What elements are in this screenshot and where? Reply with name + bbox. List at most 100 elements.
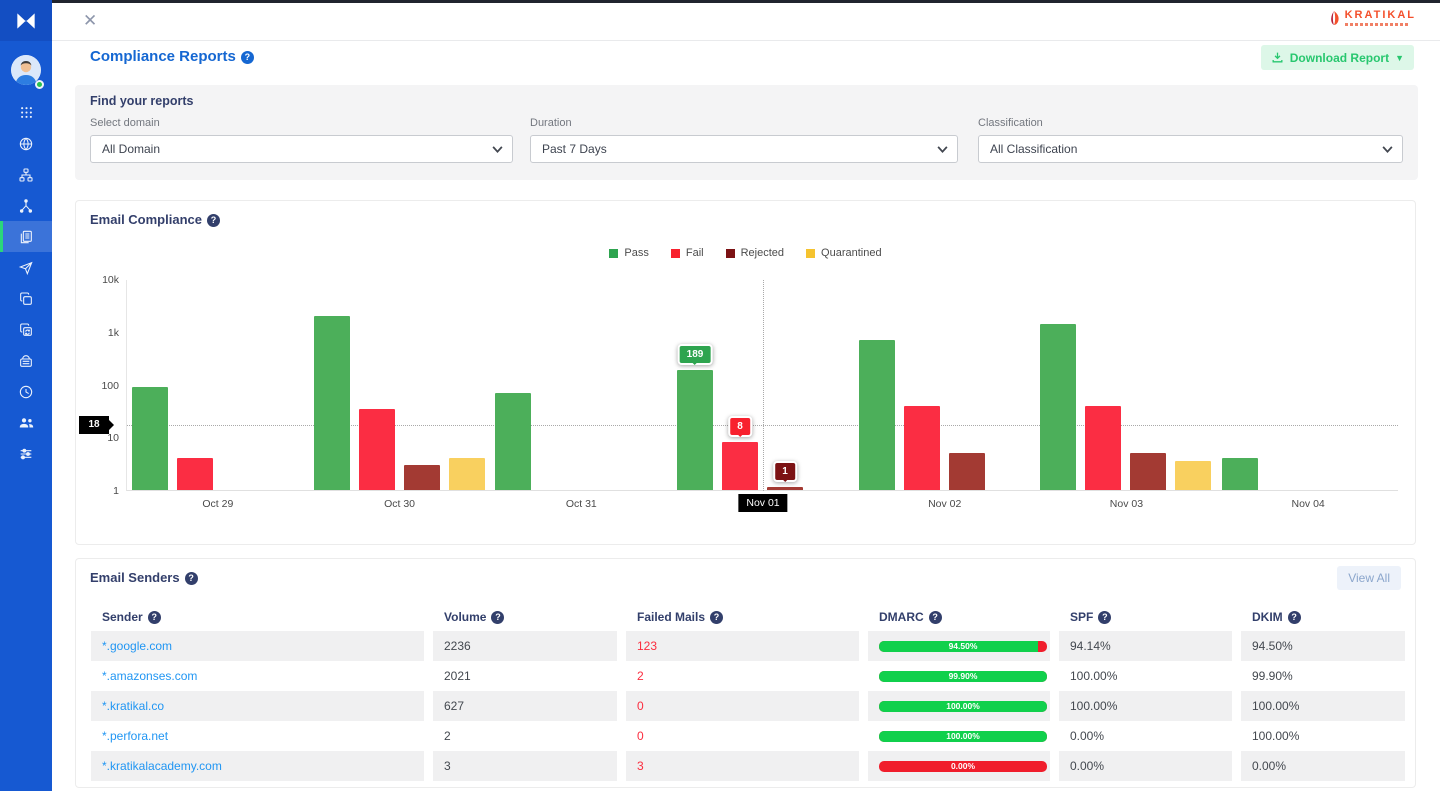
history-clock-icon <box>18 384 34 400</box>
close-icon[interactable]: ✕ <box>83 11 97 31</box>
main-content: Compliance Reports? Download Report ▼ Fi… <box>52 41 1440 791</box>
bar-rejected-nov01[interactable] <box>767 487 803 490</box>
user-avatar[interactable] <box>11 55 41 85</box>
email-senders-title: Email Senders? <box>90 570 198 585</box>
email-senders-card: Email Senders? View All Sender?Volume?Fa… <box>75 558 1416 788</box>
legend-item-quarantined[interactable]: Quarantined <box>806 247 882 259</box>
failed-mails-value: 123 <box>637 639 657 653</box>
table-row: *.amazonses.com2021299.90%100.00%99.90% <box>91 661 1405 691</box>
dmarc-progress-label: 100.00% <box>879 731 1047 742</box>
failed-mails-value: 2 <box>637 669 644 683</box>
page-title: Compliance Reports? <box>90 48 254 65</box>
sidebar-item-sync-copy[interactable] <box>0 314 52 345</box>
sitemap-icon <box>18 167 34 183</box>
sidebar-item-branch[interactable] <box>0 190 52 221</box>
flame-icon <box>1330 10 1342 26</box>
filters-panel: Find your reports Select domain All Doma… <box>75 85 1418 180</box>
sender-link[interactable]: *.perfora.net <box>102 729 168 743</box>
sender-cell: *.kratikalacademy.com <box>91 751 424 781</box>
bar-pass-nov03[interactable] <box>1040 324 1076 490</box>
dmarc-progress-bar: 100.00% <box>879 701 1047 712</box>
report-icon <box>18 229 34 245</box>
bar-quarantined-oct30[interactable] <box>449 458 485 490</box>
dkim-cell: 0.00% <box>1241 751 1405 781</box>
chevron-down-icon <box>937 146 948 153</box>
sender-link[interactable]: *.kratikal.co <box>102 699 164 713</box>
help-icon[interactable]: ? <box>148 611 161 624</box>
download-report-button[interactable]: Download Report ▼ <box>1261 45 1414 70</box>
sidebar-item-compliance-reports[interactable] <box>0 221 52 252</box>
bar-pass-oct29[interactable] <box>132 387 168 490</box>
bar-rejected-nov02[interactable] <box>949 453 985 490</box>
legend-label: Rejected <box>741 247 784 259</box>
bar-rejected-nov03[interactable] <box>1130 453 1166 490</box>
email-compliance-title: Email Compliance? <box>90 212 220 227</box>
sender-link[interactable]: *.google.com <box>102 639 172 653</box>
help-icon[interactable]: ? <box>929 611 942 624</box>
help-icon[interactable]: ? <box>1098 611 1111 624</box>
volume-cell: 2021 <box>433 661 617 691</box>
dmarc-cell: 100.00% <box>868 691 1050 721</box>
domain-select[interactable]: All Domain <box>90 135 513 163</box>
app-logo[interactable] <box>0 0 52 41</box>
dmarc-progress-bar: 100.00% <box>879 731 1047 742</box>
bar-pass-nov01[interactable] <box>677 370 713 490</box>
bar-pass-oct31[interactable] <box>495 393 531 490</box>
legend-item-fail[interactable]: Fail <box>671 247 704 259</box>
bar-pass-nov02[interactable] <box>859 340 895 490</box>
y-axis-tick: 10 <box>81 432 119 444</box>
column-header-dkim: DKIM? <box>1241 610 1405 624</box>
sidebar-item-apps[interactable] <box>0 97 52 128</box>
senders-table: Sender?Volume?Failed Mails?DMARC?SPF?DKI… <box>91 603 1405 781</box>
duration-select[interactable]: Past 7 Days <box>530 135 958 163</box>
compliance-bar-chart[interactable]: 10k1k100101Oct 29Oct 30Oct 31Nov 01Nov 0… <box>126 280 1398 491</box>
bar-fail-oct29[interactable] <box>177 458 213 490</box>
classification-select[interactable]: All Classification <box>978 135 1403 163</box>
sidebar-item-domains[interactable] <box>0 128 52 159</box>
bar-quarantined-nov03[interactable] <box>1175 461 1211 490</box>
dmarc-cell: 94.50% <box>868 631 1050 661</box>
sidebar-item-send[interactable] <box>0 252 52 283</box>
help-icon[interactable]: ? <box>710 611 723 624</box>
spf-cell: 100.00% <box>1059 691 1232 721</box>
sidebar-item-network[interactable] <box>0 159 52 190</box>
domain-filter-label: Select domain <box>90 117 513 129</box>
bar-pass-oct30[interactable] <box>314 316 350 490</box>
help-icon[interactable]: ? <box>185 572 198 585</box>
dmarc-cell: 0.00% <box>868 751 1050 781</box>
help-icon[interactable]: ? <box>207 214 220 227</box>
failed-mails-cell: 0 <box>626 721 859 751</box>
sidebar-item-settings[interactable] <box>0 438 52 469</box>
help-icon[interactable]: ? <box>241 51 254 64</box>
x-crosshair-tooltip: Nov 01 <box>738 494 787 512</box>
sender-link[interactable]: *.kratikalacademy.com <box>102 759 222 773</box>
failed-mails-cell: 3 <box>626 751 859 781</box>
bar-fail-oct30[interactable] <box>359 409 395 490</box>
sidebar-item-copy[interactable] <box>0 283 52 314</box>
help-icon[interactable]: ? <box>491 611 504 624</box>
legend-item-pass[interactable]: Pass <box>609 247 648 259</box>
legend-label: Pass <box>624 247 648 259</box>
dmarc-progress-label: 94.50% <box>879 641 1047 652</box>
help-icon[interactable]: ? <box>1288 611 1301 624</box>
bar-tooltip-rejected: 1 <box>773 461 797 482</box>
y-axis-tick: 1k <box>81 327 119 339</box>
sender-link[interactable]: *.amazonses.com <box>102 669 197 683</box>
bar-fail-nov03[interactable] <box>1085 406 1121 491</box>
bar-fail-nov01[interactable] <box>722 442 758 490</box>
sender-cell: *.kratikal.co <box>91 691 424 721</box>
sidebar-item-users[interactable] <box>0 407 52 438</box>
sidebar-item-history[interactable] <box>0 376 52 407</box>
senders-table-header: Sender?Volume?Failed Mails?DMARC?SPF?DKI… <box>91 603 1405 631</box>
sidebar-item-archive[interactable] <box>0 345 52 376</box>
legend-item-rejected[interactable]: Rejected <box>726 247 784 259</box>
bar-fail-nov02[interactable] <box>904 406 940 491</box>
bar-rejected-oct30[interactable] <box>404 465 440 490</box>
grid-icon <box>19 105 34 120</box>
dmarc-progress-bar: 99.90% <box>879 671 1047 682</box>
bar-pass-nov04[interactable] <box>1222 458 1258 490</box>
filters-title: Find your reports <box>90 94 1403 108</box>
archive-icon <box>18 353 34 369</box>
table-row: *.kratikalacademy.com330.00%0.00%0.00% <box>91 751 1405 781</box>
view-all-button[interactable]: View All <box>1337 566 1401 590</box>
